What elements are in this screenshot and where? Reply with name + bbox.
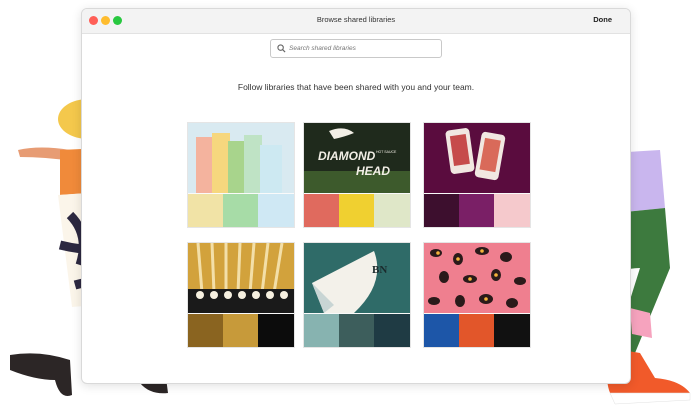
library-card[interactable]	[187, 122, 295, 228]
color-swatch	[339, 194, 374, 227]
page-headline: Follow libraries that have been shared w…	[237, 82, 475, 92]
color-swatch	[494, 314, 530, 347]
title-bar: Browse shared libraries Done	[82, 9, 630, 34]
color-swatch	[223, 194, 258, 227]
search-input[interactable]	[289, 42, 435, 54]
library-card[interactable]	[423, 122, 531, 228]
color-swatch	[374, 314, 410, 347]
color-swatch	[424, 314, 459, 347]
color-swatch	[459, 194, 494, 227]
color-swatch	[494, 194, 530, 227]
library-thumbnail	[424, 243, 530, 313]
library-thumbnail	[188, 243, 294, 313]
window-title: Browse shared libraries	[316, 15, 396, 24]
color-swatch	[459, 314, 494, 347]
color-swatch	[188, 194, 223, 227]
library-card[interactable]: BN	[303, 242, 411, 348]
library-art-title: BN	[372, 264, 387, 276]
library-art-title-2: HEAD	[356, 164, 390, 178]
color-swatch	[304, 314, 339, 347]
search-icon	[277, 44, 286, 53]
color-swatch	[188, 314, 223, 347]
library-card[interactable]	[423, 242, 531, 348]
color-swatch	[258, 314, 294, 347]
color-swatch	[374, 194, 410, 227]
library-thumbnail	[188, 123, 294, 193]
color-swatch	[304, 194, 339, 227]
done-button[interactable]: Done	[593, 15, 612, 24]
color-swatch	[223, 314, 258, 347]
search-field[interactable]	[270, 39, 442, 58]
library-thumbnail: BN	[304, 243, 410, 313]
browse-libraries-window: Browse shared libraries Done Follow libr…	[81, 8, 631, 384]
color-swatch	[424, 194, 459, 227]
library-card[interactable]	[187, 242, 295, 348]
library-thumbnail	[424, 123, 530, 193]
library-thumbnail: DIAMOND HOT SAUCE HEAD	[304, 123, 410, 193]
library-art-title: DIAMOND	[318, 149, 376, 163]
color-swatch	[258, 194, 294, 227]
library-card[interactable]: DIAMOND HOT SAUCE HEAD	[303, 122, 411, 228]
color-swatch	[339, 314, 374, 347]
library-art-subtitle: HOT SAUCE	[376, 150, 397, 154]
